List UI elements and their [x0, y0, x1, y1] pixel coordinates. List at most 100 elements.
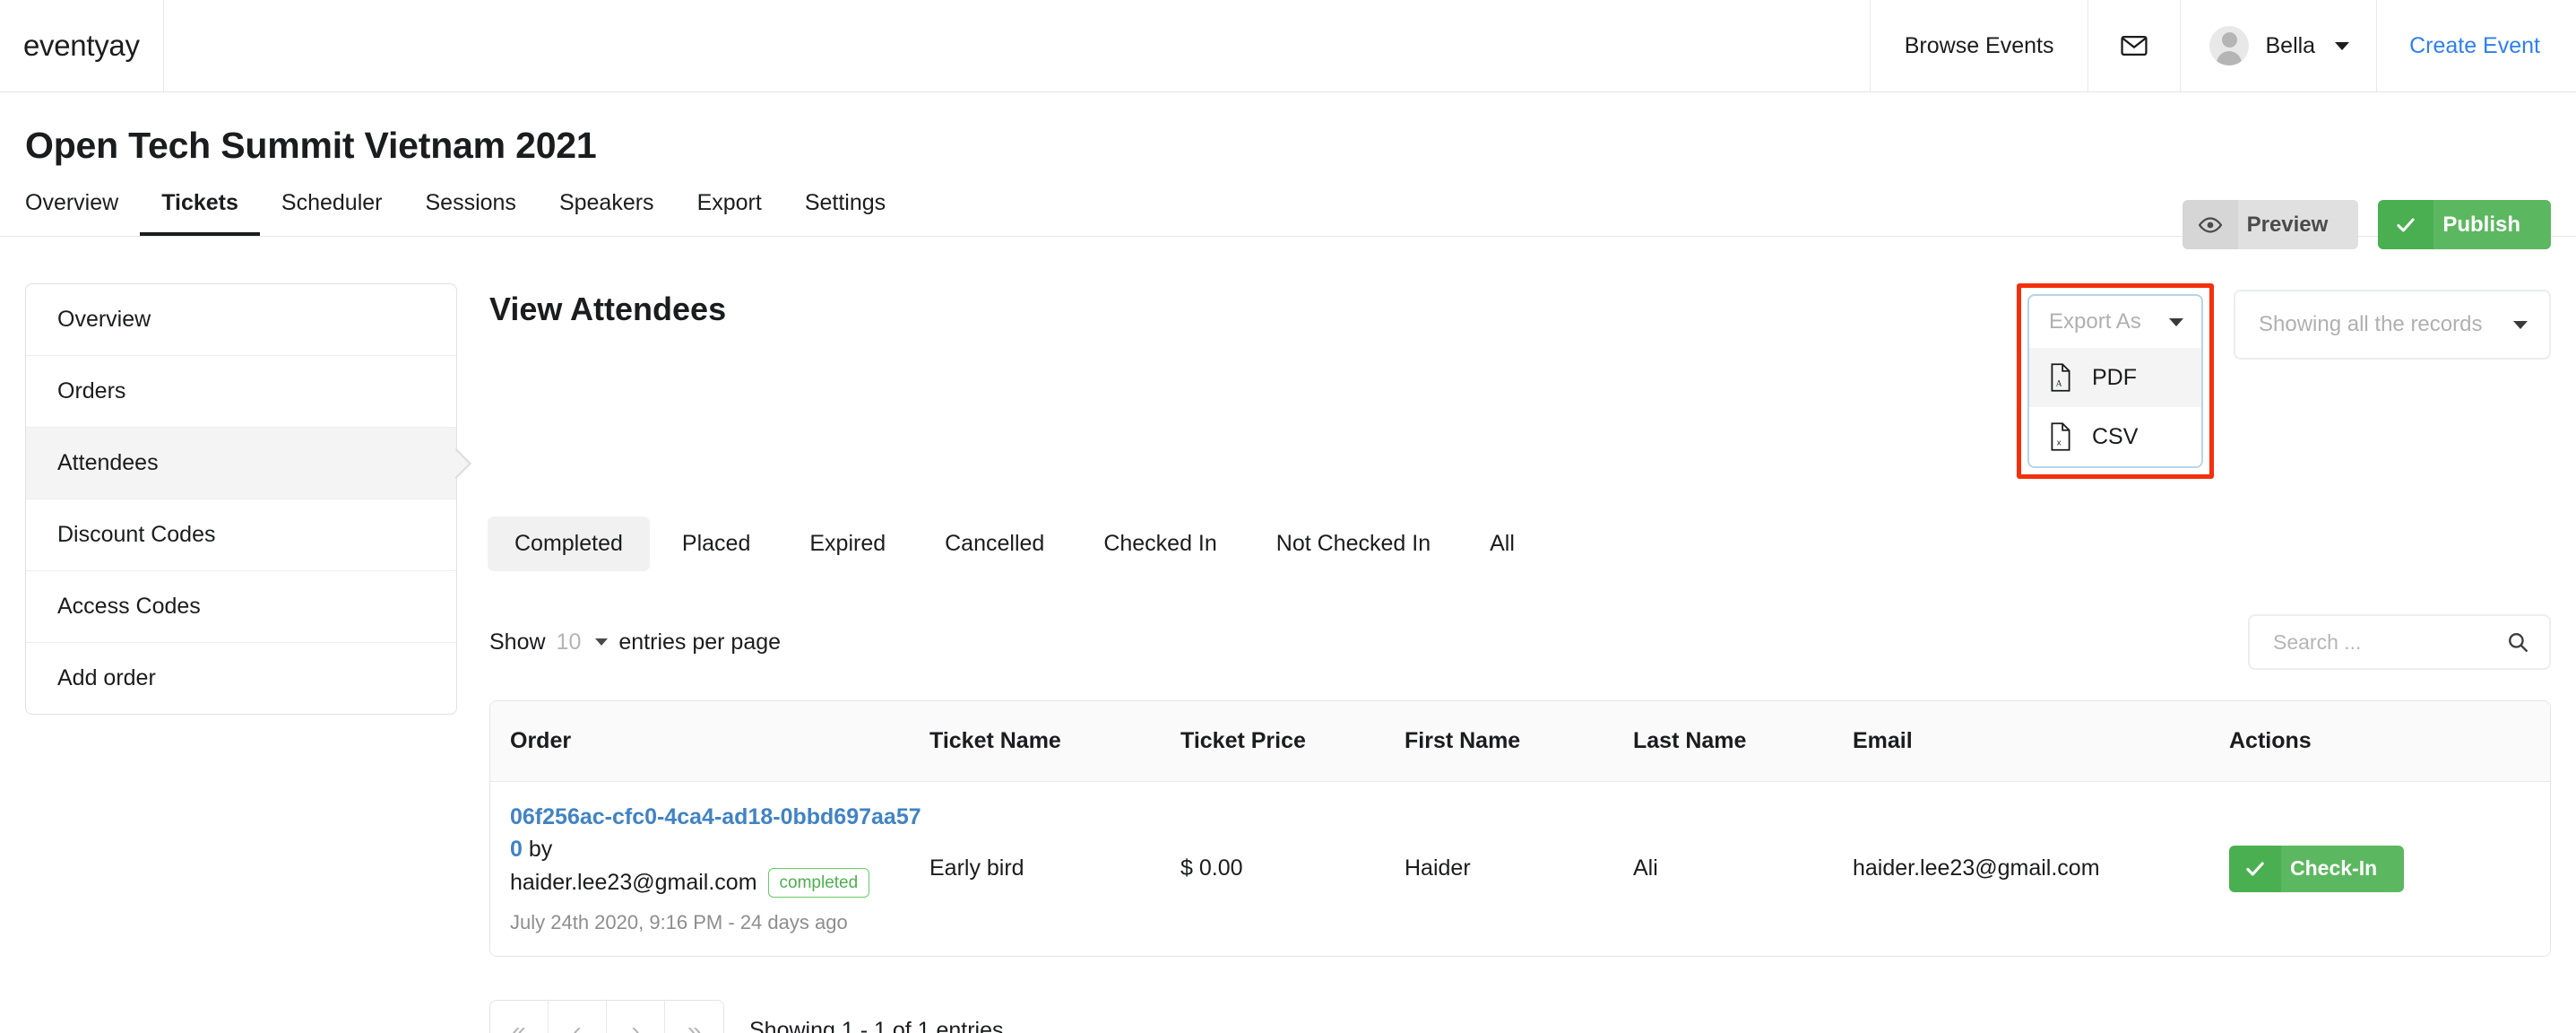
section-title: View Attendees: [489, 291, 727, 327]
attendees-table-element: Order Ticket Name Ticket Price First Nam…: [490, 701, 2550, 956]
sidebar-item-discount-codes-label: Discount Codes: [57, 522, 216, 547]
avatar: [2209, 26, 2250, 65]
records-filter-dropdown[interactable]: Showing all the records: [2234, 290, 2551, 360]
publish-button[interactable]: Publish: [2378, 200, 2551, 249]
cell-first-name: Haider: [1405, 781, 1633, 956]
tab-sessions[interactable]: Sessions: [403, 190, 537, 236]
order-id-link[interactable]: 06f256ac-cfc0-4ca4-ad18-0bbd697aa570: [510, 804, 921, 862]
search-icon[interactable]: [2506, 630, 2529, 654]
tab-speakers[interactable]: Speakers: [538, 190, 676, 236]
cell-actions: Check-In: [2229, 781, 2550, 956]
pagination-controls: « ‹ › »: [489, 999, 724, 1033]
header-controls: Export As A PDF x CSV Showing all the re…: [2017, 283, 2551, 479]
brand-cell[interactable]: eventyay: [0, 0, 164, 91]
sidebar-item-overview[interactable]: Overview: [26, 284, 456, 356]
pagination-first-button[interactable]: «: [490, 1000, 549, 1033]
column-header-ticket-price[interactable]: Ticket Price: [1180, 701, 1405, 782]
filter-tab-expired[interactable]: Expired: [782, 516, 912, 571]
search-placeholder: Search ...: [2273, 629, 2362, 654]
cell-ticket-price: $ 0.00: [1180, 781, 1405, 956]
sidebar-item-add-order[interactable]: Add order: [26, 643, 456, 714]
preview-button[interactable]: Preview: [2182, 200, 2359, 249]
tab-tickets[interactable]: Tickets: [140, 190, 260, 236]
user-menu-button[interactable]: Bella: [2180, 0, 2376, 91]
sidebar-item-access-codes[interactable]: Access Codes: [26, 571, 456, 643]
show-label: Show: [489, 629, 546, 655]
filter-tab-expired-label: Expired: [809, 531, 886, 556]
filter-tab-placed[interactable]: Placed: [655, 516, 777, 571]
filter-tab-not-checked-in[interactable]: Not Checked In: [1249, 516, 1457, 571]
nav-right-group: Browse Events Bella Create Event: [1869, 0, 2576, 91]
sidebar-item-attendees-label: Attendees: [57, 450, 159, 475]
column-header-last-name[interactable]: Last Name: [1633, 701, 1853, 782]
order-by-label: by: [528, 836, 553, 862]
cell-ticket-name: Early bird: [929, 781, 1180, 956]
filter-tab-checked-in[interactable]: Checked In: [1076, 516, 1243, 571]
column-header-first-name[interactable]: First Name: [1405, 701, 1633, 782]
column-header-ticket-name[interactable]: Ticket Name: [929, 701, 1180, 782]
entries-suffix-label: entries per page: [618, 629, 782, 655]
export-option-csv-label: CSV: [2092, 423, 2139, 449]
tab-settings[interactable]: Settings: [783, 190, 907, 236]
cell-email: haider.lee23@gmail.com: [1853, 781, 2229, 956]
cell-order: 06f256ac-cfc0-4ca4-ad18-0bbd697aa570 by …: [490, 781, 929, 956]
chevron-down-icon[interactable]: [595, 638, 609, 646]
filter-tab-all[interactable]: All: [1463, 516, 1542, 571]
search-input[interactable]: Search ...: [2248, 614, 2551, 670]
pagination-last-button[interactable]: »: [665, 1000, 723, 1033]
filter-tab-not-checked-in-label: Not Checked In: [1275, 531, 1431, 556]
order-timestamp: July 24th 2020, 9:16 PM - 24 days ago: [510, 910, 848, 933]
browse-events-label: Browse Events: [1904, 32, 2054, 58]
pagination-prev-button[interactable]: ‹: [549, 1000, 607, 1033]
browse-events-link[interactable]: Browse Events: [1869, 0, 2088, 91]
csv-file-icon: x: [2049, 422, 2072, 451]
sidebar-menu: Overview Orders Attendees Discount Codes…: [25, 283, 457, 715]
column-header-email[interactable]: Email: [1853, 701, 2229, 782]
header-actions: Preview Publish: [2182, 200, 2551, 249]
sidebar-item-discount-codes[interactable]: Discount Codes: [26, 499, 456, 571]
create-event-button[interactable]: Create Event: [2376, 0, 2576, 91]
export-as-trigger[interactable]: Export As: [2029, 296, 2201, 348]
export-option-pdf[interactable]: A PDF: [2029, 348, 2201, 407]
create-event-label: Create Event: [2409, 32, 2540, 58]
column-header-order[interactable]: Order: [490, 701, 929, 782]
tab-speakers-label: Speakers: [558, 190, 654, 215]
tab-export[interactable]: Export: [676, 190, 783, 236]
chevron-down-icon: [2513, 320, 2528, 329]
check-in-button[interactable]: Check-In: [2229, 845, 2405, 892]
top-navigation-bar: eventyay Browse Events Bella Create Even…: [0, 0, 2576, 92]
tab-tickets-label: Tickets: [161, 190, 238, 215]
sidebar-item-orders[interactable]: Orders: [26, 356, 456, 428]
check-icon: [2229, 845, 2281, 892]
entries-per-page-control[interactable]: Show 10 entries per page: [489, 629, 781, 655]
records-filter-label: Showing all the records: [2259, 312, 2483, 336]
tab-scheduler[interactable]: Scheduler: [260, 190, 404, 236]
brand-logo[interactable]: eventyay: [23, 29, 140, 63]
filter-tab-all-label: All: [1490, 531, 1515, 556]
tab-overview[interactable]: Overview: [25, 190, 140, 236]
order-buyer-line: haider.lee23@gmail.com completed: [510, 867, 929, 899]
pagination-summary: Showing 1 - 1 of 1 entries: [749, 1018, 1004, 1033]
sidebar-item-attendees[interactable]: Attendees: [26, 428, 456, 499]
status-badge: completed: [767, 868, 870, 898]
export-as-highlight-box: Export As A PDF x CSV: [2017, 283, 2214, 479]
tab-overview-label: Overview: [25, 190, 119, 215]
pagination-next-button[interactable]: ›: [607, 1000, 665, 1033]
main-header: View Attendees Export As A PDF x CSV Sho…: [489, 283, 2551, 479]
export-as-dropdown[interactable]: Export As A PDF x CSV: [2027, 294, 2203, 468]
filter-tab-checked-in-label: Checked In: [1103, 531, 1217, 556]
chevron-down-icon: [2335, 41, 2350, 50]
check-icon: [2378, 200, 2434, 249]
status-filter-tabs: Completed Placed Expired Cancelled Check…: [488, 516, 2551, 571]
svg-text:x: x: [2057, 438, 2062, 448]
export-option-csv[interactable]: x CSV: [2029, 407, 2201, 466]
filter-tab-cancelled[interactable]: Cancelled: [918, 516, 1071, 571]
main-content: View Attendees Export As A PDF x CSV Sho…: [488, 283, 2551, 1033]
export-option-pdf-label: PDF: [2092, 364, 2137, 390]
messages-button[interactable]: [2088, 0, 2180, 91]
filter-tab-cancelled-label: Cancelled: [945, 531, 1045, 556]
filter-tab-placed-label: Placed: [681, 531, 751, 556]
entries-count-value[interactable]: 10: [557, 629, 582, 655]
filter-tab-completed[interactable]: Completed: [488, 516, 650, 571]
